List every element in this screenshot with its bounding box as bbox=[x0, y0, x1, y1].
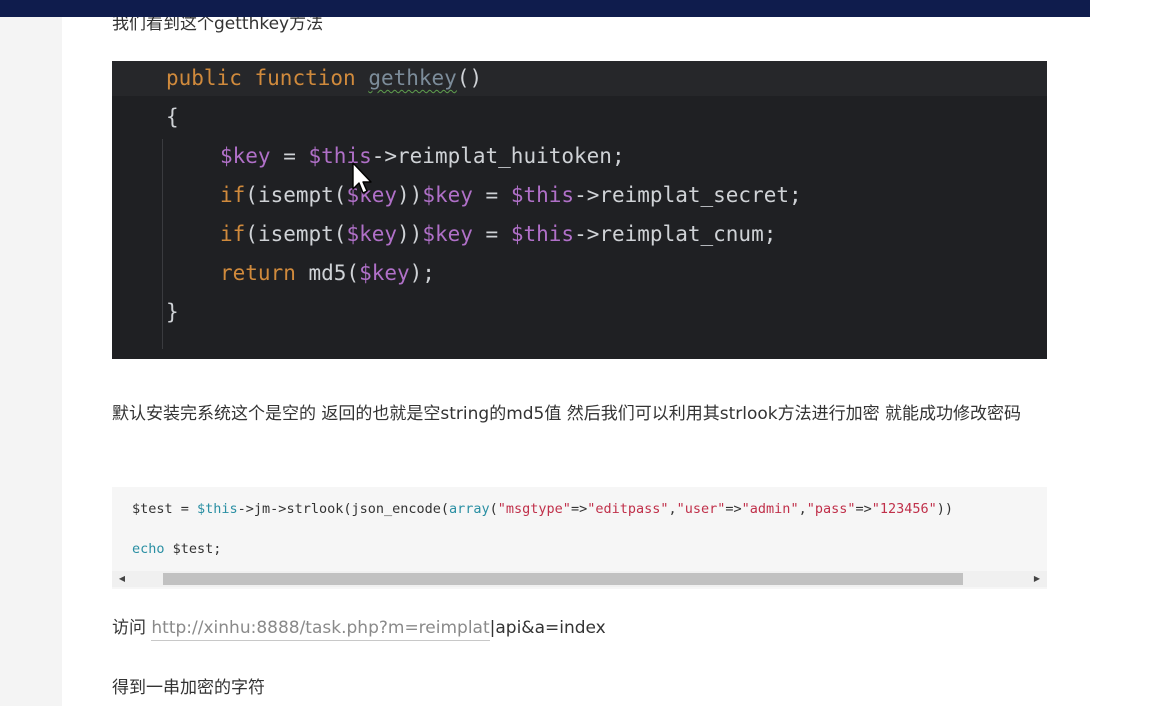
scroll-left-icon[interactable]: ◀ bbox=[114, 571, 130, 587]
code-line-7: } bbox=[166, 300, 179, 324]
code-block: $test = $this->jm->strlook(json_encode(a… bbox=[112, 487, 1047, 589]
visit-link[interactable]: http://xinhu:8888/task.php?m=reimplat bbox=[151, 618, 490, 641]
code-line-3: $key = $this->reimplat_huitoken; bbox=[220, 144, 625, 168]
indent-guide bbox=[162, 139, 163, 349]
code-block-line-2: echo $test; bbox=[132, 541, 222, 557]
scrollbar-thumb[interactable] bbox=[163, 573, 963, 585]
code-line-5: if(isempt($key))$key = $this->reimplat_c… bbox=[220, 222, 777, 246]
code-line-4: if(isempt($key))$key = $this->reimplat_s… bbox=[220, 183, 802, 207]
code-line-6: return md5($key); bbox=[220, 261, 435, 285]
mouse-pointer-icon bbox=[352, 162, 372, 194]
code-block-line-1: $test = $this->jm->strlook(json_encode(a… bbox=[132, 501, 954, 517]
code-line-1: public function gethkey() bbox=[166, 66, 483, 90]
explanation-paragraph: 默认安装完系统这个是空的 返回的也就是空string的md5值 然后我们可以利用… bbox=[112, 404, 1022, 424]
code-line-2: { bbox=[166, 105, 179, 129]
code-screenshot: public function gethkey() { $key = $this… bbox=[112, 61, 1047, 359]
visit-rest: api&a=index bbox=[495, 618, 606, 638]
scroll-right-icon[interactable]: ▶ bbox=[1029, 571, 1045, 587]
visit-prefix: 访问 bbox=[112, 618, 152, 638]
visit-line: 访问 http://xinhu:8888/task.php?m=reimplat… bbox=[112, 612, 606, 644]
result-text: 得到一串加密的字符 bbox=[112, 678, 265, 698]
horizontal-scrollbar[interactable]: ◀ ▶ bbox=[112, 571, 1047, 587]
top-bar bbox=[0, 0, 1090, 17]
left-gutter bbox=[0, 0, 62, 706]
